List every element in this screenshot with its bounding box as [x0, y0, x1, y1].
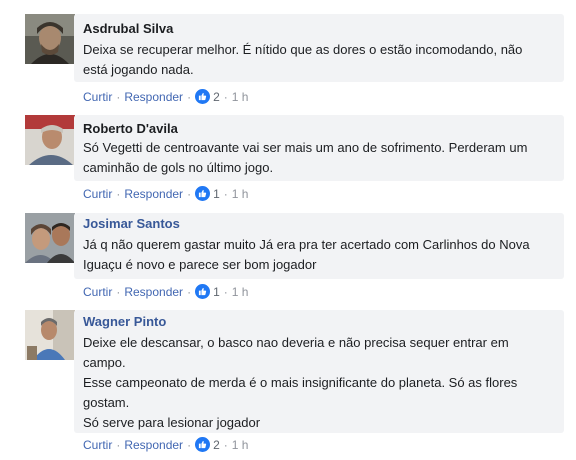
separator: ·	[116, 284, 121, 299]
like-link[interactable]: Curtir	[83, 285, 112, 299]
like-icon[interactable]	[195, 89, 211, 104]
separator: ·	[187, 284, 192, 299]
timestamp[interactable]: 1 h	[232, 90, 249, 104]
like-icon[interactable]	[195, 284, 211, 299]
separator: ·	[116, 89, 121, 104]
timestamp[interactable]: 1 h	[232, 285, 249, 299]
comment-author[interactable]: Josimar Santos	[83, 216, 180, 232]
comment-text: Deixe ele descansar, o basco nao deveria…	[83, 335, 518, 430]
like-link[interactable]: Curtir	[83, 187, 112, 201]
separator: ·	[187, 89, 192, 104]
comment-author[interactable]: Wagner Pinto	[83, 314, 166, 330]
comment-actions: Curtir · Responder · 2 · 1 h	[83, 89, 248, 104]
comment-bubble: Josimar Santos Já q não querem gastar mu…	[74, 213, 564, 279]
separator: ·	[223, 284, 228, 299]
like-icon[interactable]	[195, 186, 211, 201]
avatar[interactable]	[25, 213, 75, 263]
comment-bubble: Asdrubal Silva Deixa se recuperar melhor…	[74, 14, 564, 82]
like-link[interactable]: Curtir	[83, 438, 112, 452]
avatar[interactable]	[25, 310, 75, 360]
reaction-count[interactable]: 2	[213, 438, 220, 452]
comment-text: Já q não querem gastar muito Já era pra …	[83, 237, 530, 272]
reaction-count[interactable]: 2	[213, 90, 220, 104]
reply-link[interactable]: Responder	[124, 187, 183, 201]
separator: ·	[187, 437, 192, 452]
comment-text: Deixa se recuperar melhor. É nítido que …	[83, 42, 523, 77]
reply-link[interactable]: Responder	[124, 438, 183, 452]
reaction-count[interactable]: 1	[213, 285, 220, 299]
separator: ·	[187, 186, 192, 201]
like-icon[interactable]	[195, 437, 211, 452]
like-link[interactable]: Curtir	[83, 90, 112, 104]
separator: ·	[116, 437, 121, 452]
comment-bubble: Roberto D'avila Só Vegetti de centroavan…	[74, 115, 564, 181]
separator: ·	[116, 186, 121, 201]
timestamp[interactable]: 1 h	[232, 187, 249, 201]
separator: ·	[223, 186, 228, 201]
separator: ·	[223, 89, 228, 104]
comment-actions: Curtir · Responder · 1 · 1 h	[83, 186, 248, 201]
separator: ·	[223, 437, 228, 452]
reply-link[interactable]: Responder	[124, 285, 183, 299]
reaction-count[interactable]: 1	[213, 187, 220, 201]
avatar[interactable]	[25, 14, 75, 64]
comment-author[interactable]: Roberto D'avila	[83, 121, 178, 137]
comment-bubble: Wagner Pinto Deixe ele descansar, o basc…	[74, 310, 564, 433]
comment-author[interactable]: Asdrubal Silva	[83, 21, 173, 37]
timestamp[interactable]: 1 h	[232, 438, 249, 452]
avatar[interactable]	[25, 115, 75, 165]
comment-actions: Curtir · Responder · 2 · 1 h	[83, 437, 248, 452]
comment-actions: Curtir · Responder · 1 · 1 h	[83, 284, 248, 299]
reply-link[interactable]: Responder	[124, 90, 183, 104]
comment-text: Só Vegetti de centroavante vai ser mais …	[83, 140, 528, 175]
